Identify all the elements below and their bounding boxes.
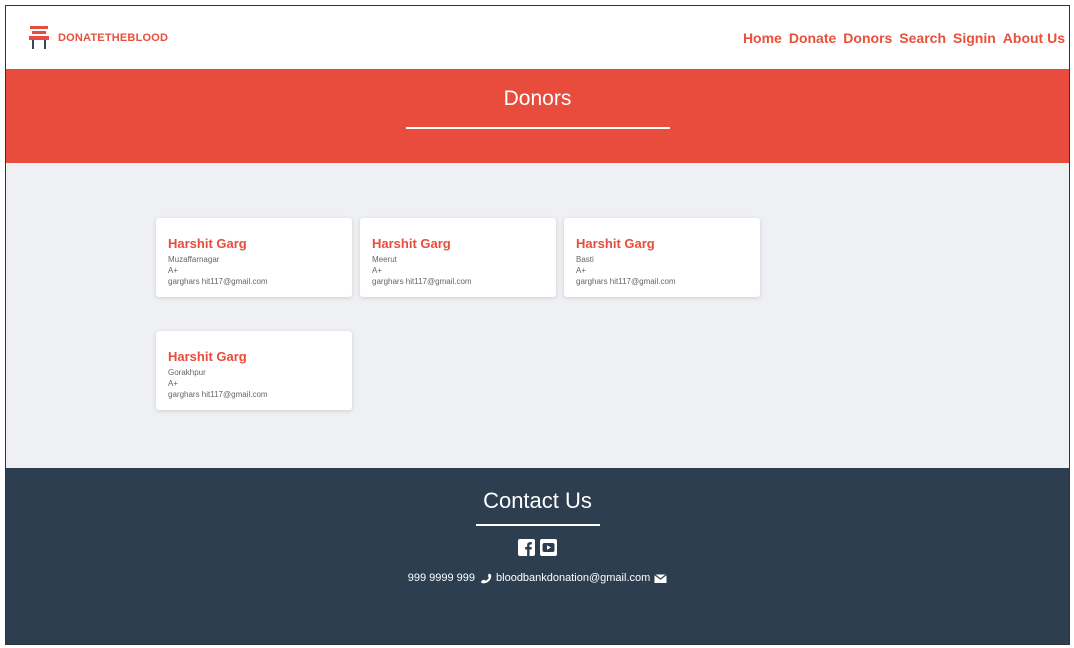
nav-links: Home Donate Donors Search Signin About U… (743, 30, 1065, 46)
brand-link[interactable]: DONATETHEBLOOD (28, 25, 168, 51)
donor-name: Harshit Garg (168, 236, 247, 251)
donor-email: garghars hit117@gmail.com (576, 277, 676, 286)
blood-bag-icon (29, 25, 49, 49)
footer-title: Contact Us (483, 488, 592, 513)
envelope-icon (654, 573, 668, 583)
nav-about-us[interactable]: About Us (1003, 30, 1065, 46)
title-divider (405, 127, 670, 129)
facebook-icon[interactable] (518, 539, 535, 556)
donor-name: Harshit Garg (168, 349, 247, 364)
donor-city: Muzaffarnagar (168, 255, 220, 264)
donor-card: Harshit Garg Muzaffarnagar A+ garghars h… (156, 218, 352, 297)
donor-city: Meerut (372, 255, 397, 264)
nav-signin[interactable]: Signin (953, 30, 996, 46)
donor-name: Harshit Garg (372, 236, 451, 251)
donor-blood-group: A+ (168, 266, 179, 275)
phone-icon (481, 573, 492, 583)
donor-email: garghars hit117@gmail.com (168, 390, 268, 399)
donor-city: Gorakhpur (168, 368, 206, 377)
donor-blood-group: A+ (168, 379, 179, 388)
donor-blood-group: A+ (372, 266, 383, 275)
brand-name: DONATETHEBLOOD (58, 31, 169, 44)
nav-search[interactable]: Search (899, 30, 946, 46)
contact-line: 999 9999 999 bloodbankdonation@gmail.com (6, 572, 1069, 584)
footer: Contact Us 999 9999 999 bloodbankdonatio… (6, 468, 1069, 644)
nav-donate[interactable]: Donate (789, 30, 836, 46)
phone-number: 999 9999 999 (407, 572, 476, 584)
social-links (6, 539, 1069, 556)
donor-blood-group: A+ (576, 266, 587, 275)
browser-page: DONATETHEBLOOD Home Donate Donors Search… (5, 5, 1070, 645)
page-title: Donors (503, 87, 572, 110)
footer-divider (475, 524, 600, 526)
donor-email: garghars hit117@gmail.com (372, 277, 472, 286)
nav-home[interactable]: Home (743, 30, 782, 46)
donor-email: garghars hit117@gmail.com (168, 277, 268, 286)
donor-city: Basti (576, 255, 594, 264)
youtube-icon[interactable] (540, 539, 557, 556)
donor-card: Harshit Garg Meerut A+ garghars hit117@g… (360, 218, 556, 297)
donor-card: Harshit Garg Gorakhpur A+ garghars hit11… (156, 331, 352, 410)
donor-list: Harshit Garg Muzaffarnagar A+ garghars h… (6, 163, 1069, 468)
donor-card: Harshit Garg Basti A+ garghars hit117@gm… (564, 218, 760, 297)
navbar: DONATETHEBLOOD Home Donate Donors Search… (6, 6, 1069, 69)
contact-email: bloodbankdonation@gmail.com (496, 572, 651, 584)
donor-name: Harshit Garg (576, 236, 655, 251)
nav-donors[interactable]: Donors (843, 30, 892, 46)
page-banner: Donors (6, 69, 1069, 163)
